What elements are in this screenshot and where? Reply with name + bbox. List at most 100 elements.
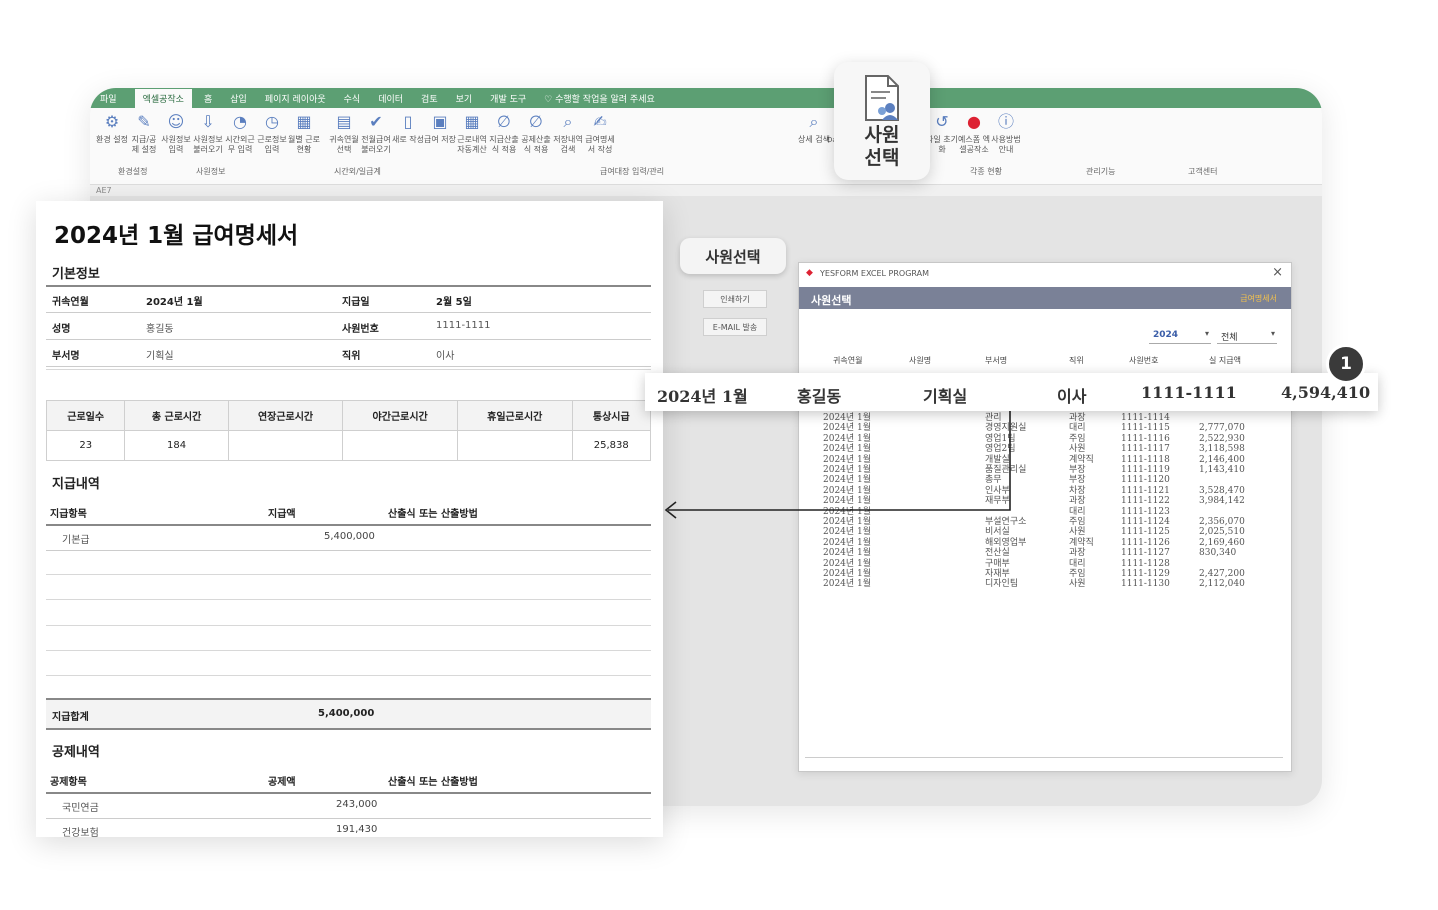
ded-col-formula: 산출식 또는 산출방법 xyxy=(388,777,478,788)
year-select[interactable]: 2024 ▾ xyxy=(1149,327,1211,344)
basic-info-label: 귀속연월 xyxy=(52,297,89,308)
ribbon-button[interactable]: ▤ 귀속연월 선택 xyxy=(328,112,360,155)
ribbon-button-label: 지급/공제 설정 xyxy=(131,135,157,154)
ribbon-button[interactable]: ☺ 사원정보 입력 xyxy=(160,112,192,155)
save-doc-icon: ▣ xyxy=(432,112,448,131)
employee-list-cell: 대리 xyxy=(1069,506,1086,517)
basic-info-value: 기획실 xyxy=(146,351,174,362)
ribbon-button-label: 예스폼 엑셀공작소 xyxy=(958,135,990,154)
work-col-header: 근로일수 xyxy=(45,400,126,431)
ribbon-button[interactable]: ▦ 월별 근로현황 xyxy=(288,112,320,155)
ribbon-button[interactable]: ⌕ 상세 검색 xyxy=(798,112,830,145)
year-value: 2024 xyxy=(1153,330,1179,340)
employee-list-cell: 과장 xyxy=(1069,413,1086,423)
employee-list-cell: 차장 xyxy=(1069,485,1086,496)
basic-info-row: 부서명 기획실 직위 이사 xyxy=(46,339,651,367)
ribbon-button[interactable]: ⇩ 사원정보 불러오기 xyxy=(192,112,224,155)
select-employee-ribbon-button[interactable]: 사원 선택 xyxy=(834,62,930,180)
print-button[interactable]: 인쇄하기 xyxy=(703,290,767,308)
employee-list-cell: 과장 xyxy=(1069,496,1086,507)
ribbon-button[interactable]: ▦ 근로내역 자동계산 xyxy=(456,112,488,155)
employee-list-cell: 주임 xyxy=(1069,517,1086,527)
pay-col-amount: 지급액 xyxy=(268,509,296,520)
ribbon-group-labels: 환경설정 사원정보 시간외/일급계 급여대장 입력/관리 각종 현황 관리기능 고객센터 xyxy=(90,166,1322,180)
ribbon-button[interactable]: ∅ 공제산출식 적용 xyxy=(520,112,552,155)
list-column-header[interactable]: 부서명 xyxy=(985,355,1007,366)
ribbon-button[interactable]: ▣ 급여 저장 xyxy=(424,112,456,145)
employee-list-cell: 1111-1128 xyxy=(1121,558,1170,569)
ribbon-tab[interactable]: 수식 xyxy=(344,92,361,105)
ribbon-group-label: 시간외/일급계 xyxy=(334,167,381,176)
ribbon-button[interactable]: ⚙ 환경 설정 xyxy=(96,112,128,145)
pay-col-formula: 산출식 또는 산출방법 xyxy=(388,509,478,520)
ribbon-tab[interactable]: ♡ 수행할 작업을 알려 주세요 xyxy=(544,92,655,105)
ribbon-button[interactable]: ✔ 전월급여 불러오기 xyxy=(360,112,392,155)
import-icon: ⇩ xyxy=(201,112,215,131)
work-col-value: 184 xyxy=(124,430,229,461)
basic-info-value: 2024년 1월 xyxy=(146,297,203,308)
ded-item-name: 건강보험 xyxy=(62,828,99,839)
ribbon-tab[interactable]: 보기 xyxy=(456,92,473,105)
ribbon-button[interactable]: ◔ 시간외근무 입력 xyxy=(224,112,256,155)
ribbon-button[interactable]: ▯ 새로 작성 xyxy=(392,112,424,145)
list-column-header[interactable]: 사원번호 xyxy=(1129,355,1158,366)
ribbon-tab[interactable]: 엑셀공작소 xyxy=(134,88,192,108)
table-calc-icon: ▦ xyxy=(464,112,480,131)
ribbon-button[interactable]: ⌕ 저장내역 검색 xyxy=(552,112,584,155)
ribbon-button[interactable]: ∅ 지급산출식 적용 xyxy=(488,112,520,155)
ribbon-button[interactable]: ● 예스폼 엑셀공작소 xyxy=(958,112,990,155)
formula-bar: AE7 xyxy=(90,184,1322,196)
email-send-button[interactable]: E-MAIL 발송 xyxy=(703,318,767,336)
ribbon-button-label: 상세 검색 xyxy=(798,135,830,144)
ribbon-tab[interactable]: 검토 xyxy=(421,92,438,105)
employee-list-cell: 1111-1119 xyxy=(1121,465,1170,475)
close-icon[interactable]: × xyxy=(1272,265,1283,280)
highlighted-employee-row[interactable]: 2024년 1월 홍길동 기획실 이사 1111-1111 4,594,410 xyxy=(645,373,1378,411)
ribbon-button[interactable]: ↺ 파일 초기화 xyxy=(926,112,958,155)
employee-list-cell: 2024년 1월 xyxy=(823,579,872,590)
ribbon-button-label: 월별 근로현황 xyxy=(288,135,320,154)
select-employee-button[interactable]: 사원선택 xyxy=(680,238,786,274)
clock-icon: ◷ xyxy=(265,112,279,131)
ribbon-tab[interactable]: 홈 xyxy=(204,92,212,105)
pay-total-value: 5,400,000 xyxy=(318,708,375,719)
calendar-select-icon: ▤ xyxy=(336,112,352,131)
pay-item-name: 기본급 xyxy=(62,535,90,546)
filter-select[interactable]: 전체 ▾ xyxy=(1217,327,1277,344)
employee-list-cell: 1111-1116 xyxy=(1121,433,1170,444)
dialog-header-link[interactable]: 급여명세서 xyxy=(1240,293,1277,304)
step-badge: 1 xyxy=(1326,344,1366,384)
employee-list-cell: 1111-1124 xyxy=(1121,517,1170,527)
employee-list-cell: 주임 xyxy=(1069,569,1086,579)
list-column-header[interactable]: 실 지급액 xyxy=(1209,355,1241,366)
employee-list-cell: 2,112,040 xyxy=(1199,579,1245,590)
list-column-header[interactable]: 사원명 xyxy=(909,355,931,366)
payslip-title: 2024년 1월 급여명세서 xyxy=(54,223,299,249)
ribbon-tab[interactable]: 데이터 xyxy=(378,92,403,105)
employee-list-cell: 사원 xyxy=(1069,527,1086,538)
employee-list-cell: 사원 xyxy=(1069,579,1086,590)
list-column-header[interactable]: 귀속연월 xyxy=(833,355,862,366)
cell-reference[interactable]: AE7 xyxy=(96,186,112,195)
ribbon-button[interactable]: ⓘ 사용방법 안내 xyxy=(990,112,1022,155)
ded-item-amount: 243,000 xyxy=(336,799,378,810)
ribbon-button[interactable]: ✎ 지급/공제 설정 xyxy=(128,112,160,155)
ribbon-tab[interactable]: 개발 도구 xyxy=(490,92,526,105)
list-column-header[interactable]: 직위 xyxy=(1069,355,1084,366)
ribbon-button-label: 환경 설정 xyxy=(96,135,128,144)
ribbon-button[interactable]: ✍ 급여명세서 작성 xyxy=(584,112,616,155)
employee-list-cell: 1111-1130 xyxy=(1121,579,1170,590)
chevron-down-icon: ▾ xyxy=(1204,329,1209,338)
ribbon-tab[interactable]: 페이지 레이아웃 xyxy=(265,92,326,105)
payslip-document: 2024년 1월 급여명세서 기본정보 귀속연월 2024년 1월 지급일 2월 5일… xyxy=(36,201,663,839)
pie-clock-icon: ◔ xyxy=(233,112,247,131)
ded-col-amount: 공제액 xyxy=(268,777,296,788)
employee-list-cell: 2024년 1월 xyxy=(823,558,872,569)
ribbon-tab[interactable]: 삽입 xyxy=(230,92,247,105)
ribbon-button[interactable]: ◷ 근로정보 입력 xyxy=(256,112,288,155)
ribbon-group-label: 사원정보 xyxy=(196,167,226,176)
check-sheet-icon: ✔ xyxy=(369,112,383,131)
ribbon-tab[interactable]: 파일 xyxy=(100,92,117,105)
employee-list-cell: 1111-1121 xyxy=(1121,485,1170,496)
employee-list-cell: 구매부 xyxy=(985,558,1010,569)
